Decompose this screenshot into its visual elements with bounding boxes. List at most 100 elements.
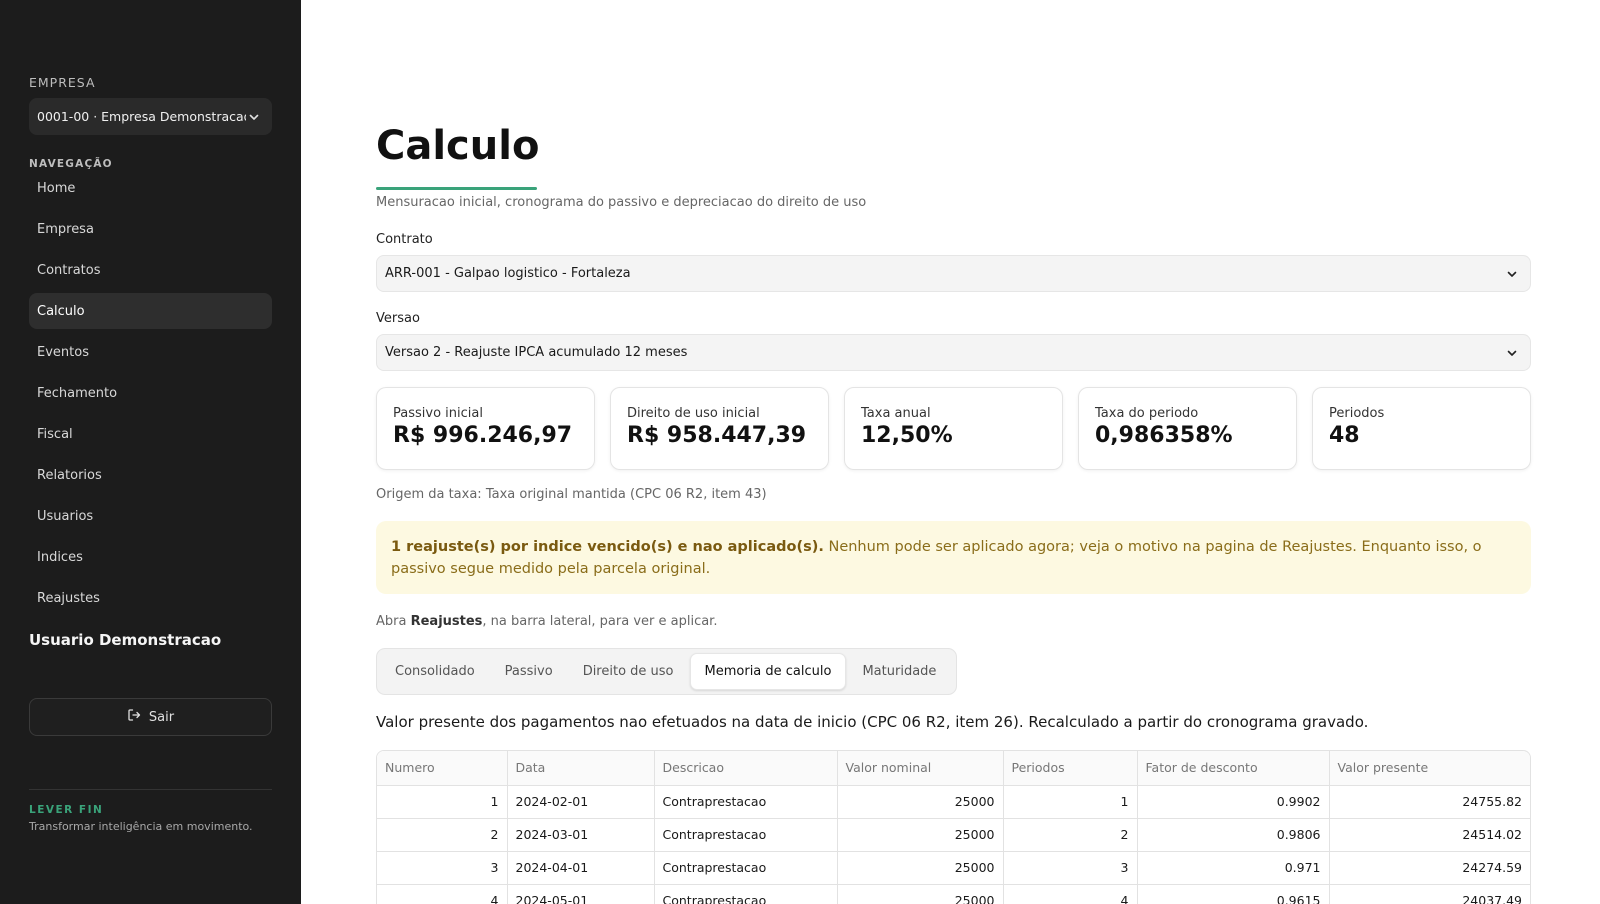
logout-label: Sair	[148, 709, 175, 725]
cell-descricao: Contraprestacao	[654, 851, 838, 885]
cell-valor-presente: 24755.82	[1329, 785, 1530, 819]
cell-valor-presente: 24037.49	[1329, 884, 1530, 904]
cell-periodos: 1	[1003, 785, 1138, 819]
card-label: Passivo inicial	[393, 406, 483, 421]
tab-description: Valor presente dos pagamentos nao efetua…	[376, 713, 1369, 731]
user-name: Usuario Demonstracao	[29, 631, 222, 649]
chevron-down-icon	[1504, 266, 1520, 282]
cell-periodos: 4	[1003, 884, 1138, 904]
chevron-down-icon	[1504, 345, 1520, 361]
card-label: Direito de uso inicial	[627, 406, 760, 421]
sidebar-item-empresa[interactable]: Empresa	[29, 211, 272, 247]
tab-maturidade[interactable]: Maturidade	[848, 653, 950, 690]
contrato-select[interactable]: ARR-001 - Galpao logistico - Fortaleza	[376, 255, 1531, 292]
page-subtitle: Mensuracao inicial, cronograma do passiv…	[376, 195, 867, 210]
card-passivo-inicial: Passivo inicial R$ 996.246,97	[376, 387, 595, 470]
sidebar-item-fechamento[interactable]: Fechamento	[29, 375, 272, 411]
cell-periodos: 2	[1003, 818, 1138, 852]
column-header[interactable]: Descricao	[654, 751, 838, 786]
logout-button[interactable]: Sair	[29, 698, 272, 736]
cell-periodos: 3	[1003, 851, 1138, 885]
column-header[interactable]: Fator de desconto	[1137, 751, 1330, 786]
brand-name: LEVER FIN	[29, 804, 104, 816]
chevron-down-icon	[246, 109, 262, 125]
cell-descricao: Contraprestacao	[654, 785, 838, 819]
contrato-label: Contrato	[376, 232, 433, 247]
versao-label: Versao	[376, 311, 420, 326]
cell-numero: 1	[377, 785, 508, 819]
versao-select[interactable]: Versao 2 - Reajuste IPCA acumulado 12 me…	[376, 334, 1531, 371]
card-value: R$ 996.246,97	[393, 423, 573, 448]
cell-fator-desconto: 0.971	[1137, 851, 1330, 885]
sidebar-item-relatorios[interactable]: Relatorios	[29, 457, 272, 493]
title-underline	[376, 187, 537, 190]
cell-descricao: Contraprestacao	[654, 884, 838, 904]
cell-fator-desconto: 0.9615	[1137, 884, 1330, 904]
card-value: 12,50%	[861, 423, 953, 448]
sidebar-item-contratos[interactable]: Contratos	[29, 252, 272, 288]
card-taxa-periodo: Taxa do periodo 0,986358%	[1078, 387, 1297, 470]
card-direito-uso-inicial: Direito de uso inicial R$ 958.447,39	[610, 387, 829, 470]
cell-data: 2024-05-01	[507, 884, 655, 904]
cell-data: 2024-02-01	[507, 785, 655, 819]
column-header[interactable]: Periodos	[1003, 751, 1138, 786]
card-value: 0,986358%	[1095, 423, 1233, 448]
card-label: Periodos	[1329, 406, 1385, 421]
tab-consolidado[interactable]: Consolidado	[381, 653, 489, 690]
hint-prefix: Abra	[376, 614, 411, 629]
tab-passivo[interactable]: Passivo	[491, 653, 567, 690]
contrato-select-value: ARR-001 - Galpao logistico - Fortaleza	[385, 266, 631, 281]
card-value: 48	[1329, 423, 1360, 448]
calculation-table: Numero Data Descricao Valor nominal Peri…	[376, 750, 1531, 904]
rate-origin-note: Origem da taxa: Taxa original mantida (C…	[376, 487, 767, 502]
sidebar: EMPRESA 0001-00 · Empresa Demonstracao N…	[0, 0, 301, 904]
cell-fator-desconto: 0.9806	[1137, 818, 1330, 852]
reajustes-hint: Abra Reajustes, na barra lateral, para v…	[376, 614, 717, 629]
table-header-row: Numero Data Descricao Valor nominal Peri…	[377, 751, 1530, 786]
cell-valor-presente: 24514.02	[1329, 818, 1530, 852]
sidebar-item-usuarios[interactable]: Usuarios	[29, 498, 272, 534]
versao-select-value: Versao 2 - Reajuste IPCA acumulado 12 me…	[385, 345, 688, 360]
logout-icon	[127, 708, 141, 726]
cell-valor-nominal: 25000	[837, 884, 1004, 904]
table-row: 2 2024-03-01 Contraprestacao 25000 2 0.9…	[377, 818, 1530, 852]
tab-bar: Consolidado Passivo Direito de uso Memor…	[376, 648, 958, 695]
sidebar-item-home[interactable]: Home	[29, 170, 272, 206]
card-periodos: Periodos 48	[1312, 387, 1531, 470]
sidebar-nav: Home Empresa Contratos Calculo Eventos F…	[29, 170, 272, 621]
tab-memoria-de-calculo[interactable]: Memoria de calculo	[689, 653, 847, 690]
column-header[interactable]: Valor presente	[1329, 751, 1530, 786]
cell-numero: 3	[377, 851, 508, 885]
company-select[interactable]: 0001-00 · Empresa Demonstracao	[29, 98, 272, 135]
cell-numero: 2	[377, 818, 508, 852]
sidebar-item-reajustes[interactable]: Reajustes	[29, 580, 272, 616]
table-row: 1 2024-02-01 Contraprestacao 25000 1 0.9…	[377, 785, 1530, 819]
column-header[interactable]: Numero	[377, 751, 508, 786]
cell-numero: 4	[377, 884, 508, 904]
sidebar-item-eventos[interactable]: Eventos	[29, 334, 272, 370]
sidebar-item-fiscal[interactable]: Fiscal	[29, 416, 272, 452]
nav-title: NAVEGAÇÃO	[29, 158, 113, 170]
warning-alert: 1 reajuste(s) por indice vencido(s) e na…	[376, 521, 1531, 594]
card-value: R$ 958.447,39	[627, 423, 807, 448]
hint-suffix: , na barra lateral, para ver e aplicar.	[482, 614, 718, 629]
hint-bold: Reajustes	[410, 614, 483, 629]
sidebar-item-calculo[interactable]: Calculo	[29, 293, 272, 329]
card-label: Taxa do periodo	[1095, 406, 1199, 421]
card-taxa-anual: Taxa anual 12,50%	[844, 387, 1063, 470]
page-title: Calculo	[376, 123, 540, 169]
cell-data: 2024-03-01	[507, 818, 655, 852]
cell-valor-nominal: 25000	[837, 785, 1004, 819]
summary-cards: Passivo inicial R$ 996.246,97 Direito de…	[376, 387, 1531, 470]
cell-valor-nominal: 25000	[837, 818, 1004, 852]
tab-direito-de-uso[interactable]: Direito de uso	[569, 653, 688, 690]
sidebar-divider	[29, 789, 272, 790]
table-row: 3 2024-04-01 Contraprestacao 25000 3 0.9…	[377, 851, 1530, 885]
column-header[interactable]: Data	[507, 751, 655, 786]
sidebar-item-indices[interactable]: Indices	[29, 539, 272, 575]
column-header[interactable]: Valor nominal	[837, 751, 1004, 786]
main-content: Calculo Mensuracao inicial, cronograma d…	[376, 0, 1531, 904]
company-label: EMPRESA	[29, 75, 96, 90]
table-row: 4 2024-05-01 Contraprestacao 25000 4 0.9…	[377, 884, 1530, 904]
cell-fator-desconto: 0.9902	[1137, 785, 1330, 819]
